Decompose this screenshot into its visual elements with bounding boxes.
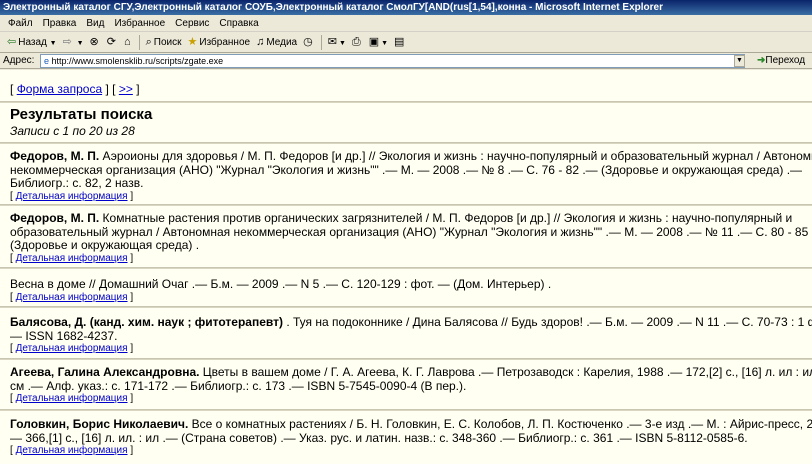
record-author: Федоров, М. П.: [10, 149, 100, 163]
record-author: Агеева, Галина Александровна.: [10, 365, 200, 379]
record-author: Головкин, Борис Николаевич.: [10, 417, 189, 431]
edit-button[interactable]: ▣ ▼: [366, 32, 391, 54]
divider: [0, 409, 812, 411]
window-title-bar: Электронный каталог СГУ,Электронный ката…: [0, 0, 812, 15]
back-arrow-icon: ⇦: [7, 36, 17, 48]
bracket: ]: [136, 82, 140, 96]
list-item: Федоров, М. П. Аэроионы для здоровья / М…: [10, 149, 812, 203]
toolbar-divider: [138, 34, 140, 50]
divider: [0, 101, 812, 103]
go-label: Переход: [765, 55, 806, 66]
toolbar: ⇦ Назад ▼ ⇨ ▼ ⊗ ⟳ ⌂ ⌕ Поиск ★ Избранное ♫ Медиа ◷ ✉ ▼ ⎙…: [0, 32, 812, 53]
document-icon: ▤: [394, 36, 405, 48]
address-url: http://www.smolensklib.ru/scripts/zgate.…: [51, 56, 224, 66]
divider: [0, 204, 812, 206]
go-button[interactable]: ➜Переход: [757, 53, 805, 69]
record-description: Комнатные растения против органических з…: [10, 211, 812, 252]
menu-view[interactable]: Вид: [81, 15, 109, 32]
next-page-link[interactable]: >>: [119, 82, 133, 96]
divider: [0, 306, 812, 308]
bracket: ] [: [105, 82, 116, 96]
query-form-link[interactable]: Форма запроса: [17, 82, 102, 96]
detail-link[interactable]: Детальная информация: [16, 292, 128, 303]
list-item: Весна в доме // Домашний Очаг .— Б.м. — …: [10, 277, 812, 304]
address-bar: Адрес: e http://www.smolensklib.ru/scrip…: [0, 53, 812, 69]
record-author: Федоров, М. П.: [10, 211, 100, 225]
address-dropdown[interactable]: ▼: [734, 55, 745, 67]
menu-tools[interactable]: Сервис: [170, 15, 214, 32]
favorites-label: Избранное: [199, 37, 251, 48]
media-icon: ♫: [256, 36, 265, 48]
page-title: Результаты поиска: [10, 106, 153, 123]
back-button[interactable]: ⇦ Назад ▼: [4, 32, 60, 54]
forward-button[interactable]: ⇨ ▼: [60, 32, 87, 54]
stop-icon: ⊗: [89, 36, 99, 48]
toolbar-divider: [320, 34, 322, 50]
media-button[interactable]: ♫ Медиа: [253, 32, 300, 53]
chevron-down-icon: ▼: [381, 40, 389, 47]
detail-link[interactable]: Детальная информация: [16, 253, 128, 264]
menu-bar: Файл Правка Вид Избранное Сервис Справка: [0, 15, 812, 32]
search-icon: ⌕: [145, 36, 152, 48]
divider: [0, 267, 812, 269]
edit-icon: ▣: [368, 36, 380, 48]
print-button[interactable]: ⎙: [349, 32, 366, 53]
list-item: Головкин, Борис Николаевич. Все о комнат…: [10, 417, 812, 457]
print-icon: ⎙: [351, 36, 361, 48]
detail-link-wrapper: [ Детальная информация ]: [10, 343, 134, 354]
divider: [0, 358, 812, 360]
search-button[interactable]: ⌕ Поиск: [143, 32, 185, 53]
record-description: Аэроионы для здоровья / М. П. Федоров [и…: [10, 149, 812, 190]
media-label: Медиа: [266, 37, 298, 48]
menu-edit[interactable]: Правка: [38, 15, 82, 32]
refresh-button[interactable]: ⟳: [104, 32, 121, 53]
mail-button[interactable]: ✉ ▼: [325, 32, 349, 54]
page-content: [ Форма запроса ] [ >> ] Результаты поис…: [0, 70, 812, 464]
detail-link-wrapper: [ Детальная информация ]: [10, 190, 134, 202]
search-label: Поиск: [153, 37, 182, 48]
history-icon: ◷: [303, 36, 313, 48]
menu-favorites[interactable]: Избранное: [109, 15, 170, 32]
detail-link[interactable]: Детальная информация: [16, 343, 128, 354]
menu-file[interactable]: Файл: [0, 15, 38, 32]
detail-link[interactable]: Детальная информация: [16, 393, 128, 404]
detail-link[interactable]: Детальная информация: [16, 191, 128, 202]
ie-page-icon: e: [44, 56, 50, 66]
discuss-button[interactable]: ▤: [391, 32, 409, 53]
window-title: Электронный каталог СГУ,Электронный ката…: [3, 2, 663, 13]
detail-link-wrapper: [ Детальная информация ]: [10, 291, 134, 303]
chevron-down-icon: ▼: [49, 40, 57, 47]
detail-link[interactable]: Детальная информация: [16, 445, 128, 456]
list-item: Агеева, Галина Александровна. Цветы в ва…: [10, 365, 812, 405]
divider: [0, 142, 812, 144]
history-button[interactable]: ◷: [300, 32, 318, 53]
record-description: Весна в доме // Домашний Очаг .— Б.м. — …: [10, 277, 552, 291]
records-count: Записи с 1 по 20 из 28: [10, 124, 135, 138]
detail-link-wrapper: [ Детальная информация ]: [10, 393, 134, 404]
list-item: Балясова, Д. (канд. хим. наук ; фитотера…: [10, 315, 812, 355]
record-author: Балясова, Д. (канд. хим. наук ; фитотера…: [10, 315, 283, 329]
detail-link-wrapper: [ Детальная информация ]: [10, 252, 134, 264]
star-icon: ★: [187, 36, 198, 48]
address-label: Адрес:: [3, 55, 35, 66]
list-item: Федоров, М. П. Комнатные растения против…: [10, 211, 812, 265]
favorites-button[interactable]: ★ Избранное: [185, 32, 254, 53]
top-nav: [ Форма запроса ] [ >> ]: [10, 82, 140, 96]
chevron-down-icon: ▼: [338, 40, 346, 47]
detail-link-wrapper: [ Детальная информация ]: [10, 445, 134, 456]
home-button[interactable]: ⌂: [121, 32, 136, 53]
refresh-icon: ⟳: [106, 36, 116, 48]
mail-icon: ✉: [327, 36, 337, 48]
home-icon: ⌂: [123, 36, 131, 48]
stop-button[interactable]: ⊗: [87, 32, 104, 53]
address-input[interactable]: e http://www.smolensklib.ru/scripts/zgat…: [40, 54, 745, 68]
menu-help[interactable]: Справка: [214, 15, 263, 32]
chevron-down-icon: ▼: [76, 40, 84, 47]
forward-arrow-icon: ⇨: [62, 36, 72, 48]
bracket: [: [10, 82, 14, 96]
back-label: Назад: [18, 37, 47, 48]
